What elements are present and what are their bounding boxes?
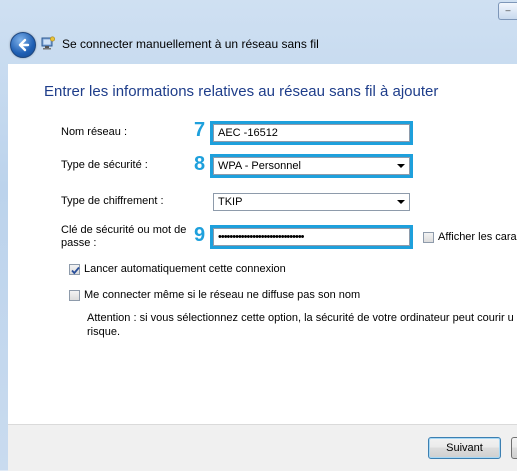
security-type-value: WPA - Personnel	[218, 160, 301, 172]
warning-line-2: risque.	[87, 326, 121, 338]
auto-connect-checkbox[interactable]	[69, 264, 80, 275]
checkmark-icon	[71, 266, 80, 275]
hidden-network-checkbox[interactable]	[69, 290, 80, 301]
encryption-type-value: TKIP	[218, 196, 243, 208]
chevron-down-icon	[397, 200, 405, 204]
network-name-label: Nom réseau :	[61, 126, 128, 138]
show-characters-checkbox[interactable]	[423, 232, 434, 243]
hidden-network-label: Me connecter même si le réseau ne diffus…	[84, 289, 361, 301]
encryption-type-label: Type de chiffrement :	[61, 195, 164, 207]
step-number-9: 9	[194, 224, 206, 246]
auto-connect-label: Lancer automatiquement cette connexion	[84, 263, 286, 275]
wireless-network-icon	[41, 36, 56, 50]
step-number-7: 7	[194, 119, 206, 141]
security-key-label-line1: Clé de sécurité ou mot de	[61, 224, 187, 236]
cancel-button[interactable]	[511, 437, 517, 459]
security-key-label-line2: passe :	[61, 237, 97, 249]
window-title: Se connecter manuellement à un réseau sa…	[62, 37, 319, 51]
encryption-type-select[interactable]: TKIP	[213, 193, 410, 211]
minimize-button[interactable]: –	[498, 2, 517, 20]
network-name-input[interactable]: AEC -16512	[213, 124, 410, 142]
warning-text: Attention : si vous sélectionnez cette o…	[87, 311, 517, 339]
security-type-select[interactable]: WPA - Personnel	[213, 157, 410, 175]
warning-line-1: Attention : si vous sélectionnez cette o…	[87, 312, 514, 324]
security-type-label: Type de sécurité :	[61, 159, 148, 171]
show-characters-label: Afficher les cara	[438, 231, 517, 243]
next-button[interactable]: Suivant	[428, 437, 501, 459]
back-arrow-icon	[18, 38, 30, 52]
back-button[interactable]	[10, 32, 36, 58]
page-heading: Entrer les informations relatives au rés…	[44, 83, 439, 100]
chevron-down-icon	[397, 164, 405, 168]
step-number-8: 8	[194, 153, 206, 175]
security-key-input[interactable]: ••••••••••••••••••••••••••••••	[213, 228, 410, 246]
